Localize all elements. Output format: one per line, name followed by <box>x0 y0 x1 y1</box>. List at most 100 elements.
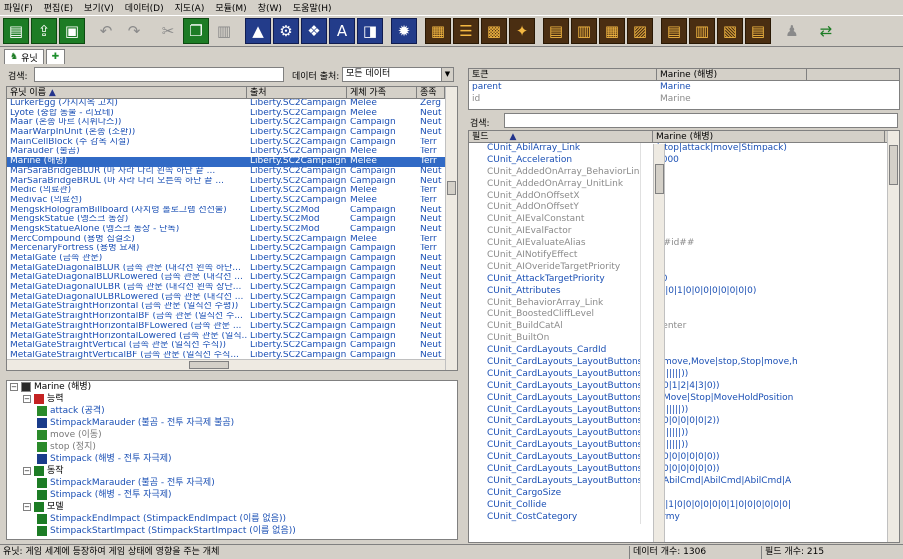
field-row[interactable]: CUnit_BuildCatAl Center <box>469 321 899 334</box>
token-parent[interactable]: parent <box>469 81 657 93</box>
copy-icon[interactable]: ❐ <box>183 18 209 44</box>
unit-row[interactable]: MengskStatue (멩스크 동상) Liberty.SC2Mod Campa… <box>7 215 457 225</box>
field-row[interactable]: CUnit_Acceleration 1000 <box>469 154 899 167</box>
field-row[interactable]: CUnit_Collide (0|1|0|0|0|0|0|0|1|0|0|0|0|… <box>469 499 899 512</box>
tree-item[interactable]: StimpackStartImpact (StimpackStartImpact… <box>7 525 457 537</box>
field-row[interactable]: CUnit_CostCategory Army <box>469 511 899 524</box>
token-col-header[interactable]: 토큰 <box>469 69 657 80</box>
layers-icon[interactable]: ▦ <box>599 18 625 44</box>
sound-icon[interactable]: ✦ <box>509 18 535 44</box>
col-family[interactable]: 게체 가족 <box>347 87 417 98</box>
cinematic-icon[interactable]: ✹ <box>391 18 417 44</box>
field-value[interactable]: 0 <box>653 214 879 226</box>
field-value[interactable]: (stop|attack|move|Stimpack) <box>653 143 879 155</box>
field-row[interactable]: CUnit_BehaviorArray_Link <box>469 297 899 310</box>
field-value[interactable] <box>653 298 879 310</box>
unit-row[interactable]: Lyote (중합 동물 - 리요테) Liberty.SC2Campaign Me… <box>7 109 457 119</box>
col-source[interactable]: 출처 <box>247 87 347 98</box>
tree-item[interactable]: − 능력 <box>7 393 457 405</box>
field-row[interactable]: CUnit_CargoSize 1 <box>469 487 899 500</box>
field-row[interactable]: CUnit_CardLayouts_LayoutButtons_Abil ((mo… <box>469 357 899 369</box>
collapse-icon[interactable]: − <box>23 467 31 475</box>
text-icon[interactable]: A <box>329 18 355 44</box>
field-value[interactable]: 0 <box>653 262 879 274</box>
col-race[interactable]: 종족 <box>417 87 445 98</box>
field-row[interactable]: CUnit_AttackTargetPriority 20 <box>469 273 899 286</box>
test-icon[interactable]: ▤ <box>661 18 687 44</box>
unit-row[interactable]: MetalGate (금속 관문) Liberty.SC2Campaign Camp… <box>7 254 457 264</box>
field-value[interactable]: 0 <box>653 309 879 321</box>
publish-icon[interactable]: ▧ <box>717 18 743 44</box>
field-value[interactable]: ((||||||)) <box>653 428 879 440</box>
field-row[interactable]: CUnit_CardLayouts_CardId () <box>469 345 899 358</box>
menu-item[interactable]: 보기(V) <box>84 1 114 14</box>
ai-icon[interactable]: ▦ <box>425 18 451 44</box>
unit-row[interactable]: Marine (해병) Liberty.SC2Campaign Melee Terr <box>7 157 457 167</box>
new-icon[interactable]: ▤ <box>3 18 29 44</box>
unit-row[interactable]: MetalGateStraightHorizontalBF (금속 관문 (일직… <box>7 312 457 322</box>
menu-item[interactable]: 지도(A) <box>175 1 205 14</box>
save-icon[interactable]: ▣ <box>59 18 85 44</box>
field-value[interactable]: (1|0|1|0|0|0|0|0|0|0|0) <box>653 286 879 298</box>
field-value[interactable]: ((0|1|2|4|3|0)) <box>653 381 879 393</box>
field-search-input[interactable] <box>504 113 898 128</box>
unit-row[interactable]: LurkerEgg (가시지옥 고치) Liberty.SC2Campaign Me… <box>7 99 457 109</box>
field-row[interactable]: CUnit_AIEvalFactor 1 <box>469 226 899 239</box>
field-name-vscroll[interactable] <box>653 144 665 542</box>
field-row[interactable]: CUnit_CardLayouts_LayoutButtons_Col ((0|1… <box>469 380 899 393</box>
field-row[interactable]: CUnit_CardLayouts_LayoutButtons_Sub ((0|0… <box>469 452 899 465</box>
unit-row[interactable]: MainCellBlock (주 감옥 시설) Liberty.SC2Campai… <box>7 138 457 148</box>
tree-item[interactable]: Stimpack (해병 - 전투 자극제) <box>7 489 457 501</box>
menu-item[interactable]: 편집(E) <box>44 1 73 14</box>
tree-item[interactable]: attack (공격) <box>7 405 457 417</box>
field-value[interactable]: ((||||||)) <box>653 440 879 452</box>
field-value[interactable] <box>653 333 879 345</box>
unit-editor-icon[interactable]: ▤ <box>543 18 569 44</box>
tree-item[interactable]: − 모델 <box>7 501 457 513</box>
field-row[interactable]: CUnit_CardLayouts_LayoutButtons_Sub ((|||… <box>469 440 899 453</box>
field-row[interactable]: CUnit_AddedOnArray_UnitLink <box>469 178 899 191</box>
field-row[interactable]: CUnit_AIEvalConstant 0 <box>469 214 899 227</box>
field-value[interactable]: ((move,Move|stop,Stop|move,h <box>653 357 879 369</box>
field-value[interactable] <box>653 167 879 179</box>
undo-icon[interactable]: ↶ <box>93 18 119 44</box>
field-row[interactable]: CUnit_Attributes (1|0|1|0|0|0|0|0|0|0|0) <box>469 285 899 298</box>
unit-row[interactable]: MengskStatueAlone (멩스크 동상 - 단독) Liberty.S… <box>7 225 457 235</box>
field-value[interactable]: Army <box>653 512 879 524</box>
field-row[interactable]: CUnit_AddedOnArray_BehaviorLink <box>469 166 899 179</box>
field-row[interactable]: CUnit_CardLayouts_LayoutButtons_Sub ((0|0… <box>469 464 899 476</box>
menu-item[interactable]: 창(W) <box>258 1 282 14</box>
unit-row[interactable]: Maar (혼종 마르 (지휘다스)) Liberty.SC2Campaign Ca… <box>7 118 457 128</box>
field-row[interactable]: CUnit_AddOnOffsetX 0 <box>469 190 899 203</box>
field-value[interactable]: 0 <box>653 191 879 203</box>
field-value[interactable]: 1000 <box>653 155 879 167</box>
field-value[interactable]: Center <box>653 321 879 333</box>
unit-row[interactable]: MetalGateStraightHorizontalBFLowered (금속… <box>7 322 457 332</box>
field-value[interactable]: ((Move|Stop|MoveHoldPosition <box>653 393 879 405</box>
field-row[interactable]: CUnit_BoostedCliffLevel 0 <box>469 309 899 322</box>
unit-row[interactable]: MetalGateDiagonalBLUR (금속 관문 (대각선 왼쪽 하단.… <box>7 264 457 274</box>
unit-row[interactable]: MercCompound (용병 집결소) Liberty.SC2Campaign… <box>7 235 457 245</box>
tab-units[interactable]: ♞ 유닛 <box>4 49 44 64</box>
field-value[interactable]: 20 <box>653 274 879 286</box>
unit-row[interactable]: Medic (의료관) Liberty.SC2Campaign Melee Terr <box>7 186 457 196</box>
field-row[interactable]: CUnit_CardLayouts_LayoutButtons_Req ((|||… <box>469 404 899 417</box>
unit-row[interactable]: MengskHologramBillboard (자치령 홀로그램 선전물) Li… <box>7 206 457 216</box>
source-select[interactable]: 모든 데이터 ▼ <box>342 67 454 82</box>
paste-icon[interactable]: ▥ <box>211 18 237 44</box>
unit-row[interactable]: MarSaraBridgeBLUR (마 사라 다리 왼쪽 하단 끝 ... Li… <box>7 167 457 177</box>
unit-row[interactable]: MetalGateDiagonalULBRLowered (금속 관문 (대각선… <box>7 293 457 303</box>
menu-item[interactable]: 파일(F) <box>4 1 33 14</box>
data-icon[interactable]: ❖ <box>301 18 327 44</box>
field-value[interactable]: ((0|0|0|0|0|2)) <box>653 416 879 428</box>
chevron-down-icon[interactable]: ▼ <box>441 68 453 81</box>
col-unit-name[interactable]: 유닛 이름 ▲ <box>7 87 247 98</box>
unit-list-vscroll[interactable] <box>445 87 457 370</box>
unit-list-hscroll[interactable] <box>7 359 445 370</box>
tree-item[interactable]: move (이동) <box>7 429 457 441</box>
field-row[interactable]: CUnit_CardLayouts_LayoutButtons_Row ((0|0… <box>469 416 899 429</box>
field-row[interactable]: CUnit_AINotifyEffect <box>469 250 899 262</box>
run-map-icon[interactable]: ♟ <box>779 18 805 44</box>
unit-row[interactable]: MetalGateStraightHorizontal (금속 관문 (일직선 … <box>7 302 457 312</box>
field-row[interactable]: CUnit_AIEvaluateAlias ##id## <box>469 238 899 251</box>
